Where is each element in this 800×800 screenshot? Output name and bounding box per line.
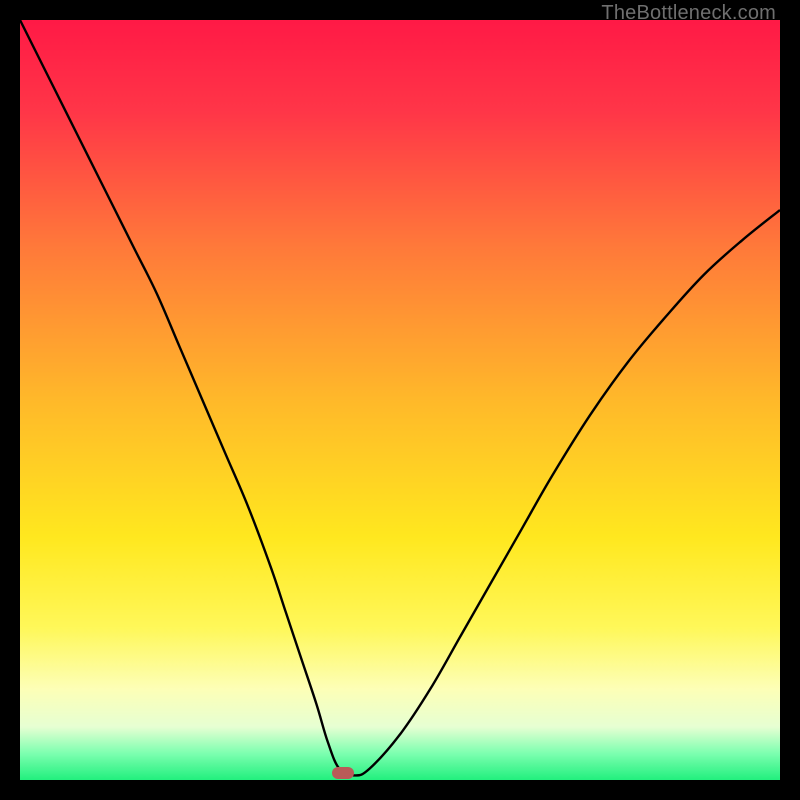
watermark-text: TheBottleneck.com — [601, 2, 776, 25]
gradient-background — [20, 20, 780, 780]
chart-frame — [20, 20, 780, 780]
chart-marker — [332, 767, 354, 779]
